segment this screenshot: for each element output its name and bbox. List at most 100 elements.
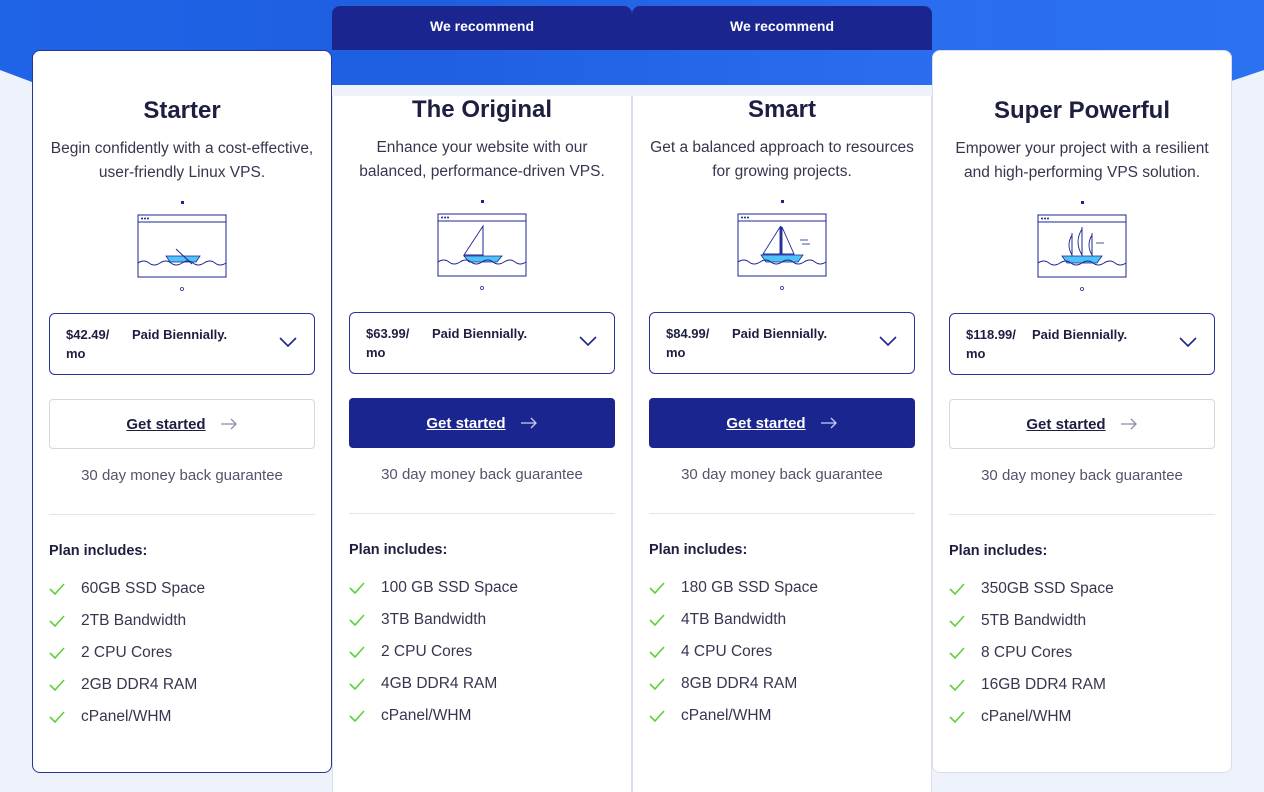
divider (49, 514, 315, 515)
arrow-right-icon (220, 418, 237, 430)
billing-period-select[interactable]: $42.49/ mo Paid Biennially. (49, 313, 315, 375)
chevron-down-icon (879, 336, 897, 347)
check-icon (649, 582, 681, 594)
billing-period-select[interactable]: $84.99/ mo Paid Biennially. (649, 312, 915, 374)
get-started-button[interactable]: Get started (49, 399, 315, 449)
chevron-down-icon (579, 336, 597, 347)
check-icon (349, 582, 381, 594)
billing-period-select[interactable]: $63.99/ mo Paid Biennially. (349, 312, 615, 374)
check-icon (649, 678, 681, 690)
feature-list: 60GB SSD Space 2TB Bandwidth 2 CPU Cores… (49, 573, 315, 733)
feature-list: 100 GB SSD Space 3TB Bandwidth 2 CPU Cor… (349, 572, 615, 732)
recommend-ribbon: We recommend (632, 6, 932, 50)
plan-includes-title: Plan includes: (349, 542, 448, 558)
feature-item: 4TB Bandwidth (649, 604, 915, 636)
get-started-label: Get started (126, 415, 206, 433)
get-started-label: Get started (726, 414, 806, 432)
arrow-right-icon (520, 417, 537, 429)
check-icon (349, 710, 381, 722)
feature-item: 5TB Bandwidth (949, 605, 1215, 637)
money-back-guarantee: 30 day money back guarantee (81, 467, 283, 484)
check-icon (349, 614, 381, 626)
check-icon (949, 647, 981, 659)
rowboat-icon (49, 201, 315, 305)
feature-item: 350GB SSD Space (949, 573, 1215, 605)
plan-description: Begin confidently with a cost-effective,… (50, 140, 314, 181)
feature-item: 4 CPU Cores (649, 636, 915, 668)
plan-the-original: We recommend The Original Enhance your w… (332, 6, 632, 792)
tall-ship-icon (949, 201, 1215, 305)
divider (649, 513, 915, 514)
check-icon (649, 614, 681, 626)
plan-card: Smart Get a balanced approach to resourc… (632, 96, 932, 792)
yacht-icon (649, 200, 915, 304)
feature-item: 16GB DDR4 RAM (949, 669, 1215, 701)
plan-smart: We recommend Smart Get a balanced approa… (632, 6, 932, 792)
money-back-guarantee: 30 day money back guarantee (381, 466, 583, 483)
get-started-button[interactable]: Get started (649, 398, 915, 448)
arrow-right-icon (820, 417, 837, 429)
feature-item: 60GB SSD Space (49, 573, 315, 605)
check-icon (949, 615, 981, 627)
feature-item: 2 CPU Cores (49, 637, 315, 669)
plan-includes-title: Plan includes: (949, 543, 1048, 559)
check-icon (49, 583, 81, 595)
sailboat-icon (349, 200, 615, 304)
billing-label: Paid Biennially. (732, 325, 828, 341)
plan-includes-title: Plan includes: (49, 543, 148, 559)
plan-card: Super Powerful Empower your project with… (932, 50, 1232, 773)
arrow-right-icon (1120, 418, 1137, 430)
check-icon (349, 678, 381, 690)
feature-item: 8 CPU Cores (949, 637, 1215, 669)
billing-period-select[interactable]: $118.99/ mo Paid Biennially. (949, 313, 1215, 375)
plan-includes-title: Plan includes: (649, 542, 748, 558)
plan-card: The Original Enhance your website with o… (332, 96, 632, 792)
billing-label: Paid Biennially. (1032, 326, 1128, 342)
plan-title: Starter (143, 97, 221, 124)
feature-item: 3TB Bandwidth (349, 604, 615, 636)
feature-item: cPanel/WHM (949, 701, 1215, 733)
chevron-down-icon (1179, 337, 1197, 348)
check-icon (49, 647, 81, 659)
check-icon (949, 583, 981, 595)
plan-price: $118.99/ mo (966, 327, 1016, 361)
get-started-button[interactable]: Get started (349, 398, 615, 448)
check-icon (49, 615, 81, 627)
feature-item: cPanel/WHM (649, 700, 915, 732)
feature-item: 8GB DDR4 RAM (649, 668, 915, 700)
chevron-down-icon (279, 337, 297, 348)
plan-card: Starter Begin confidently with a cost-ef… (32, 50, 332, 773)
divider (949, 514, 1215, 515)
feature-item: 100 GB SSD Space (349, 572, 615, 604)
feature-item: 180 GB SSD Space (649, 572, 915, 604)
feature-list: 180 GB SSD Space 4TB Bandwidth 4 CPU Cor… (649, 572, 915, 732)
plan-super-powerful: Super Powerful Empower your project with… (932, 6, 1232, 792)
get-started-label: Get started (426, 414, 506, 432)
plan-starter: Starter Begin confidently with a cost-ef… (32, 6, 332, 792)
check-icon (949, 679, 981, 691)
plan-title: Super Powerful (993, 97, 1171, 124)
feature-item: cPanel/WHM (349, 700, 615, 732)
feature-item: 4GB DDR4 RAM (349, 668, 615, 700)
money-back-guarantee: 30 day money back guarantee (981, 467, 1183, 484)
check-icon (49, 679, 81, 691)
pricing-plans: Starter Begin confidently with a cost-ef… (32, 6, 1232, 792)
check-icon (49, 711, 81, 723)
plan-description: Get a balanced approach to resources for… (650, 139, 914, 180)
feature-item: cPanel/WHM (49, 701, 315, 733)
plan-title: The Original (411, 96, 552, 123)
plan-title: Smart (747, 96, 817, 123)
feature-item: 2GB DDR4 RAM (49, 669, 315, 701)
get-started-label: Get started (1026, 415, 1106, 433)
divider (349, 513, 615, 514)
plan-price: $63.99/ mo (366, 326, 410, 360)
check-icon (649, 646, 681, 658)
billing-label: Paid Biennially. (432, 325, 528, 341)
get-started-button[interactable]: Get started (949, 399, 1215, 449)
plan-description: Enhance your website with our balanced, … (359, 139, 605, 180)
recommend-ribbon: We recommend (332, 6, 632, 50)
billing-label: Paid Biennially. (132, 326, 228, 342)
feature-list: 350GB SSD Space 5TB Bandwidth 8 CPU Core… (949, 573, 1215, 733)
money-back-guarantee: 30 day money back guarantee (681, 466, 883, 483)
feature-item: 2 CPU Cores (349, 636, 615, 668)
